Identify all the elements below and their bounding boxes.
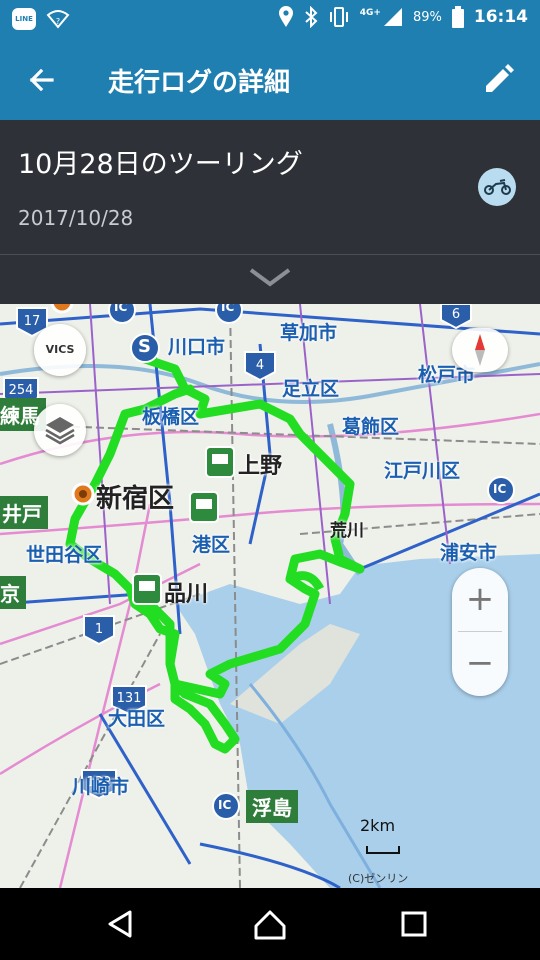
header-divider — [0, 254, 540, 255]
place-label-kawasaki: 川崎市 — [72, 776, 130, 798]
ic-label: IC — [221, 304, 235, 314]
vics-button[interactable]: VICS — [34, 324, 86, 376]
signal-icon — [383, 8, 402, 26]
place-label-itabashi: 板橋区 — [142, 406, 200, 428]
scale-line — [366, 846, 400, 854]
trip-date: 2017/10/28 — [18, 206, 134, 230]
start-marker-label: S — [138, 336, 151, 357]
trip-title: 10月28日のツーリング — [18, 149, 303, 180]
scale-label: 2km — [360, 816, 396, 835]
place-label-soka: 草加市 — [280, 322, 338, 344]
location-icon — [278, 6, 293, 27]
network-type-label: 4G+ — [359, 8, 381, 18]
svg-text:254: 254 — [9, 383, 34, 398]
zoom-out-button[interactable]: − — [452, 632, 508, 694]
trip-type-button[interactable] — [478, 168, 516, 206]
place-label-minato: 港区 — [192, 534, 231, 556]
app-bar: 走行ログの詳細 — [0, 38, 540, 120]
place-label-setagaya: 世田谷区 — [26, 544, 103, 566]
ic-label: IC — [493, 482, 507, 496]
line-app-icon: LINE — [12, 8, 36, 30]
pencil-icon — [486, 64, 514, 92]
triangle-back-icon — [108, 910, 132, 938]
square-recents-icon — [401, 911, 427, 937]
place-label-ukishima: 浮島 — [246, 790, 298, 823]
zoom-in-button[interactable]: + — [452, 568, 508, 630]
layers-button[interactable] — [34, 404, 86, 456]
place-label-edogawa: 江戸川区 — [384, 460, 461, 482]
vibrate-icon — [329, 7, 348, 27]
edit-button[interactable] — [478, 60, 518, 100]
nav-recents-button[interactable] — [394, 904, 434, 944]
place-label-katsushika: 葛飾区 — [342, 416, 400, 438]
place-label-arakawa: 荒川 — [330, 521, 364, 541]
place-label-urayasu: 浦安市 — [440, 542, 498, 564]
place-label-kyo: 京 — [0, 576, 26, 609]
place-label-ota: 大田区 — [108, 708, 166, 730]
bluetooth-icon — [305, 6, 318, 28]
route-map[interactable]: 17 254 4 6 1 131 132 S IC IC IC IC 川口市 草… — [0, 304, 540, 888]
map-scale: 2km — [358, 816, 408, 856]
zoom-control: + − — [452, 568, 508, 696]
svg-text:?: ? — [56, 17, 60, 26]
clock: 16:14 — [473, 7, 528, 27]
compass-button[interactable] — [452, 328, 508, 372]
place-label-kawaguchi: 川口市 — [168, 336, 226, 358]
map-copyright: (C)ゼンリン — [348, 872, 409, 885]
place-label-shinjuku: 新宿区 — [96, 484, 175, 514]
place-label-ueno: 上野 — [238, 454, 283, 479]
nav-back-button[interactable] — [100, 904, 140, 944]
place-label-ido: 井戸 — [0, 496, 48, 529]
vics-label: VICS — [45, 343, 75, 356]
nav-home-button[interactable] — [250, 904, 290, 944]
status-bar: LINE ? 4G+ 89% 16:14 — [0, 0, 540, 38]
chevron-down-icon — [249, 268, 291, 287]
battery-icon — [451, 6, 464, 28]
ic-label: IC — [218, 798, 232, 812]
svg-text:6: 6 — [452, 307, 460, 322]
ic-label: IC — [114, 304, 128, 314]
back-button[interactable] — [22, 60, 62, 100]
place-label-shinagawa: 品川 — [164, 582, 209, 607]
motorcycle-icon — [484, 179, 511, 195]
expand-button[interactable] — [245, 260, 295, 296]
svg-text:4: 4 — [256, 358, 264, 373]
layers-icon — [45, 417, 75, 445]
battery-percent: 89% — [412, 9, 442, 25]
wifi-icon: ? — [46, 10, 70, 29]
system-nav-bar — [0, 888, 540, 960]
place-label-adachi: 足立区 — [282, 378, 340, 400]
arrow-back-icon — [29, 68, 54, 92]
circle-home-icon — [254, 910, 286, 940]
page-title: 走行ログの詳細 — [108, 68, 291, 98]
compass-icon — [475, 334, 485, 366]
svg-text:17: 17 — [24, 314, 41, 329]
svg-text:1: 1 — [95, 622, 103, 637]
trip-header: 10月28日のツーリング 2017/10/28 — [0, 120, 540, 304]
